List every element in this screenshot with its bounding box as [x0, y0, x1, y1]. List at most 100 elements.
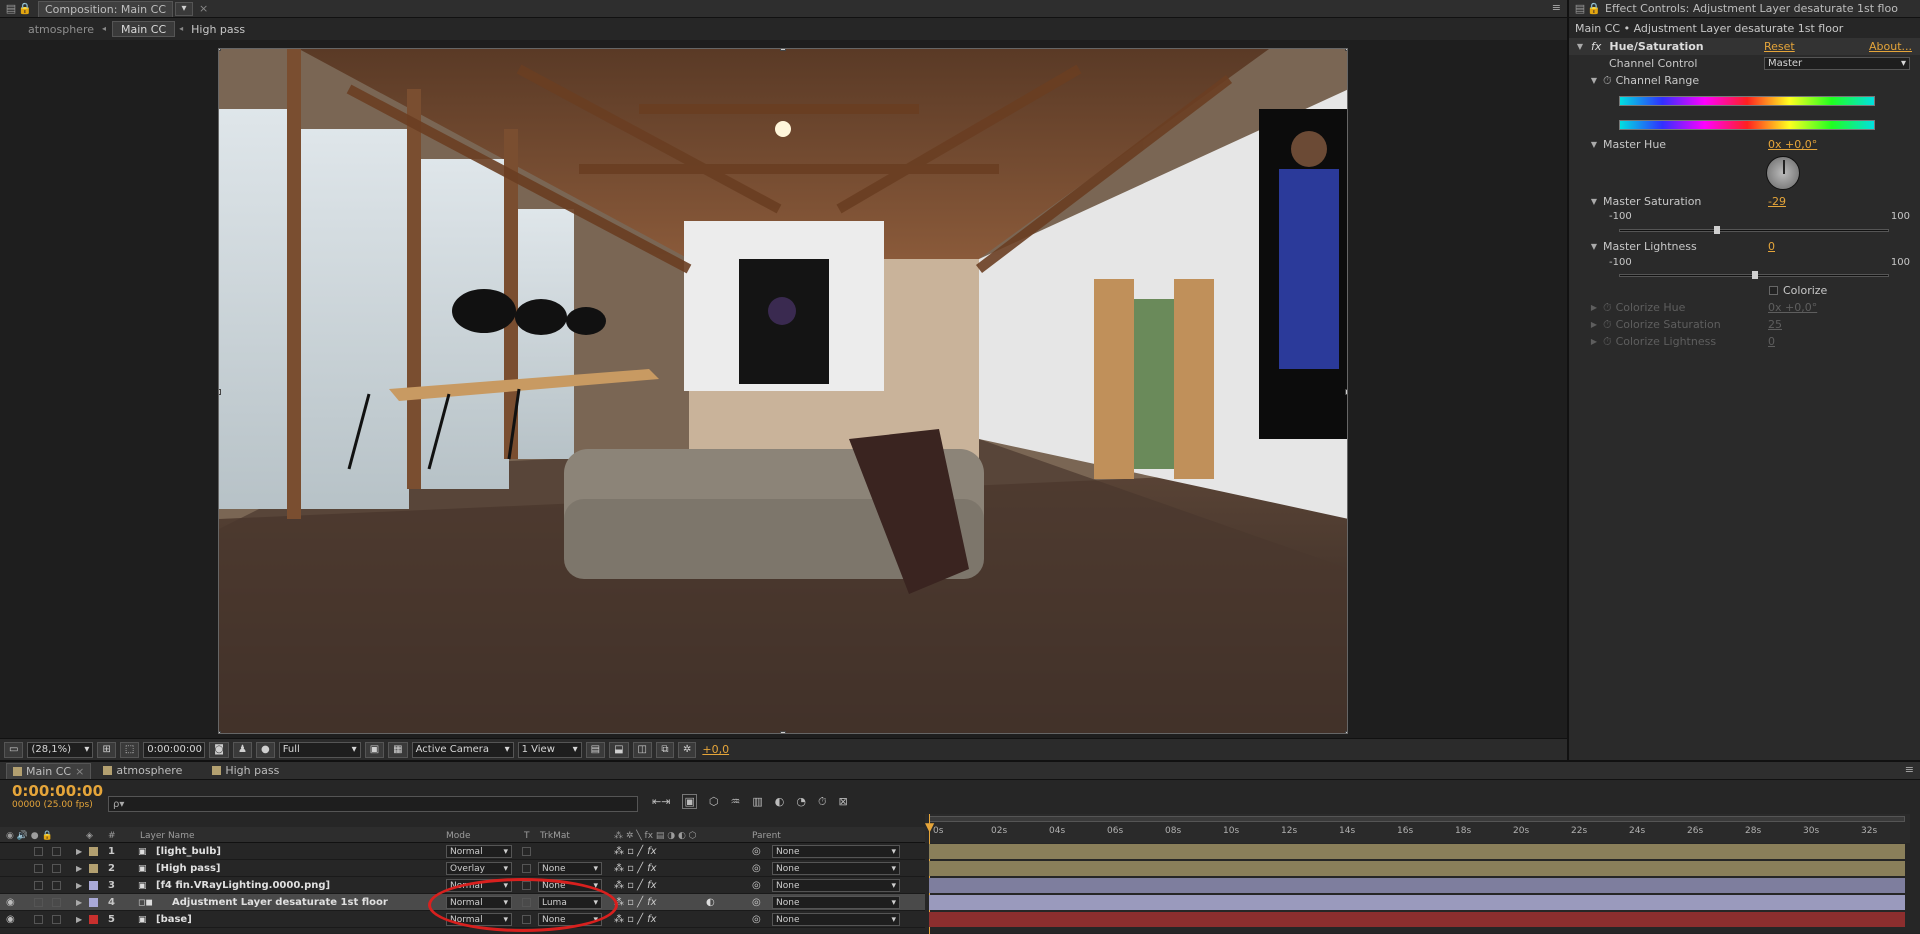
frame-handle[interactable]: [1345, 731, 1347, 733]
lock-icon[interactable]: 🔒: [18, 3, 32, 14]
view-layout-select[interactable]: 1 View ▾: [517, 741, 582, 758]
grid-icon[interactable]: ⊞: [97, 741, 116, 758]
draft-3d-icon[interactable]: ⬡: [709, 796, 719, 807]
lock-switch[interactable]: [52, 860, 61, 877]
master-hue-value[interactable]: 0x +0,0°: [1768, 138, 1817, 151]
tab-effect-controls[interactable]: Effect Controls: Adjustment Layer desatu…: [1601, 1, 1904, 17]
exposure-value[interactable]: +0,0: [702, 743, 729, 756]
layer-switches[interactable]: ⁂ ▫ ╱ fx: [614, 894, 657, 911]
collapse-triangle-icon[interactable]: ▼: [1589, 242, 1599, 251]
layer-name[interactable]: Adjustment Layer desaturate 1st floor: [172, 894, 388, 911]
label-color-swatch[interactable]: [89, 894, 98, 911]
parent-select[interactable]: None ▾: [772, 860, 900, 877]
panel-menu-icon[interactable]: ≡: [1552, 2, 1561, 13]
parent-pickwhip-icon[interactable]: ◎: [752, 843, 761, 860]
solo-switch[interactable]: [34, 894, 43, 911]
layer-duration-bar[interactable]: [929, 861, 1905, 876]
layer-switches[interactable]: ⁂ ▫ ╱ fx: [614, 843, 657, 860]
slider-knob[interactable]: [1713, 226, 1720, 234]
fast-preview-icon[interactable]: ⬓: [609, 741, 629, 758]
master-lightness-slider[interactable]: [1619, 271, 1889, 279]
graph-editor-icon[interactable]: ◔: [796, 796, 806, 807]
parent-pickwhip-icon[interactable]: ◎: [752, 860, 761, 877]
frame-handle[interactable]: [219, 731, 221, 733]
label-color-swatch[interactable]: [89, 911, 98, 928]
expand-triangle-icon[interactable]: ▶: [76, 877, 82, 894]
breadcrumb-main-cc[interactable]: Main CC: [112, 21, 176, 37]
parent-pickwhip-icon[interactable]: ◎: [752, 877, 761, 894]
camera-snapshot-icon[interactable]: ◙: [209, 741, 229, 758]
comp-menu-button[interactable]: ▾: [175, 1, 194, 16]
camera-view-select[interactable]: Active Camera ▾: [411, 741, 514, 758]
layer-name[interactable]: [base]: [156, 911, 192, 928]
exposure-icon[interactable]: ✲: [677, 741, 697, 758]
expand-triangle-icon[interactable]: ▶: [76, 860, 82, 877]
reset-link[interactable]: Reset: [1764, 40, 1795, 53]
label-color-swatch[interactable]: [89, 877, 98, 894]
trkmat-select[interactable]: None ▾: [538, 860, 602, 877]
master-hue-dial[interactable]: [1766, 156, 1800, 190]
parent-pickwhip-icon[interactable]: ◎: [752, 911, 761, 928]
always-preview-button[interactable]: ▭: [4, 741, 24, 758]
tab-high-pass[interactable]: High pass: [206, 763, 285, 779]
close-icon[interactable]: ×: [75, 765, 84, 778]
layer-name[interactable]: [light_bulb]: [156, 843, 221, 860]
lock-switch[interactable]: [52, 911, 61, 928]
master-saturation-value[interactable]: -29: [1768, 195, 1786, 208]
rendered-frame[interactable]: [218, 48, 1348, 734]
frame-blending-icon[interactable]: ▥: [752, 796, 762, 807]
column-layer-name[interactable]: Layer Name: [140, 827, 195, 844]
frame-handle[interactable]: [1345, 389, 1347, 395]
tab-atmosphere[interactable]: atmosphere: [97, 763, 188, 779]
about-link[interactable]: About...: [1869, 40, 1912, 53]
fx-icon[interactable]: fx: [1591, 40, 1601, 53]
frame-handle[interactable]: [780, 49, 786, 51]
parent-select[interactable]: None ▾: [772, 843, 900, 860]
flowchart-icon[interactable]: ⧉: [655, 741, 674, 758]
layer-row[interactable]: ▶ 2 ▣ [High pass] Overlay ▾ None ▾ ⁂ ▫ ╱ fx ◎ None…: [0, 860, 925, 877]
parent-select[interactable]: None ▾: [772, 894, 900, 911]
lock-switch[interactable]: [52, 877, 61, 894]
solo-switch[interactable]: [34, 843, 43, 860]
expand-triangle-icon[interactable]: ▶: [76, 894, 82, 911]
lock-switch[interactable]: [52, 843, 61, 860]
auto-keyframe-icon[interactable]: ⊠: [839, 796, 848, 807]
lock-switch[interactable]: [52, 894, 61, 911]
collapse-triangle-icon[interactable]: ▼: [1589, 197, 1599, 206]
time-ruler[interactable]: 0s 02s 04s 06s 08s 10s 12s 14s 16s 18s 20s 22s 24s 26…: [925, 814, 1910, 843]
layer-switches[interactable]: ⁂ ▫ ╱ fx: [614, 877, 657, 894]
channel-range-input-bar[interactable]: [1619, 96, 1875, 106]
layer-duration-bar[interactable]: [929, 895, 1905, 910]
work-area-bar[interactable]: [929, 816, 1905, 822]
composition-viewer[interactable]: [0, 40, 1567, 738]
mode-select[interactable]: Normal ▾: [446, 843, 512, 860]
parent-select[interactable]: None ▾: [772, 911, 900, 928]
layer-switches[interactable]: ⁂ ▫ ╱ fx: [614, 860, 657, 877]
motion-blur-icon[interactable]: ◐: [775, 796, 785, 807]
comp-mini-flowchart-icon[interactable]: ⇤⇥: [652, 796, 670, 807]
live-update-icon[interactable]: ▣: [682, 794, 697, 809]
layer-switches[interactable]: ⁂ ▫ ╱ fx: [614, 911, 657, 928]
tab-composition-main-cc[interactable]: Composition: Main CC: [38, 0, 174, 17]
parent-select[interactable]: None ▾: [772, 877, 900, 894]
eye-off-icon[interactable]: [6, 877, 16, 894]
layer-duration-bar[interactable]: [929, 844, 1905, 859]
eye-off-icon[interactable]: [6, 843, 16, 860]
effect-header-row[interactable]: ▼ fx Hue/Saturation Reset About...: [1569, 38, 1920, 55]
transparency-grid-icon[interactable]: ▦: [388, 741, 408, 758]
close-icon[interactable]: ×: [199, 3, 208, 14]
solo-switch[interactable]: [34, 877, 43, 894]
layer-duration-bar[interactable]: [929, 878, 1905, 893]
collapse-triangle-icon[interactable]: ▼: [1589, 140, 1599, 149]
region-of-interest-icon[interactable]: ▣: [364, 741, 385, 758]
solo-switch[interactable]: [34, 860, 43, 877]
preserve-transparency-box[interactable]: [522, 843, 531, 860]
frame-handle[interactable]: [219, 49, 221, 51]
collapse-triangle-icon[interactable]: ▼: [1589, 76, 1599, 85]
current-time-field[interactable]: 0:00:00:00: [143, 741, 206, 758]
frame-handle[interactable]: [219, 389, 221, 395]
channel-range-output-bar[interactable]: [1619, 120, 1875, 130]
eye-icon[interactable]: ◉: [6, 894, 16, 911]
shy-layers-icon[interactable]: ♒: [730, 796, 740, 807]
magnification-select[interactable]: (28,1%) ▾: [27, 741, 94, 758]
